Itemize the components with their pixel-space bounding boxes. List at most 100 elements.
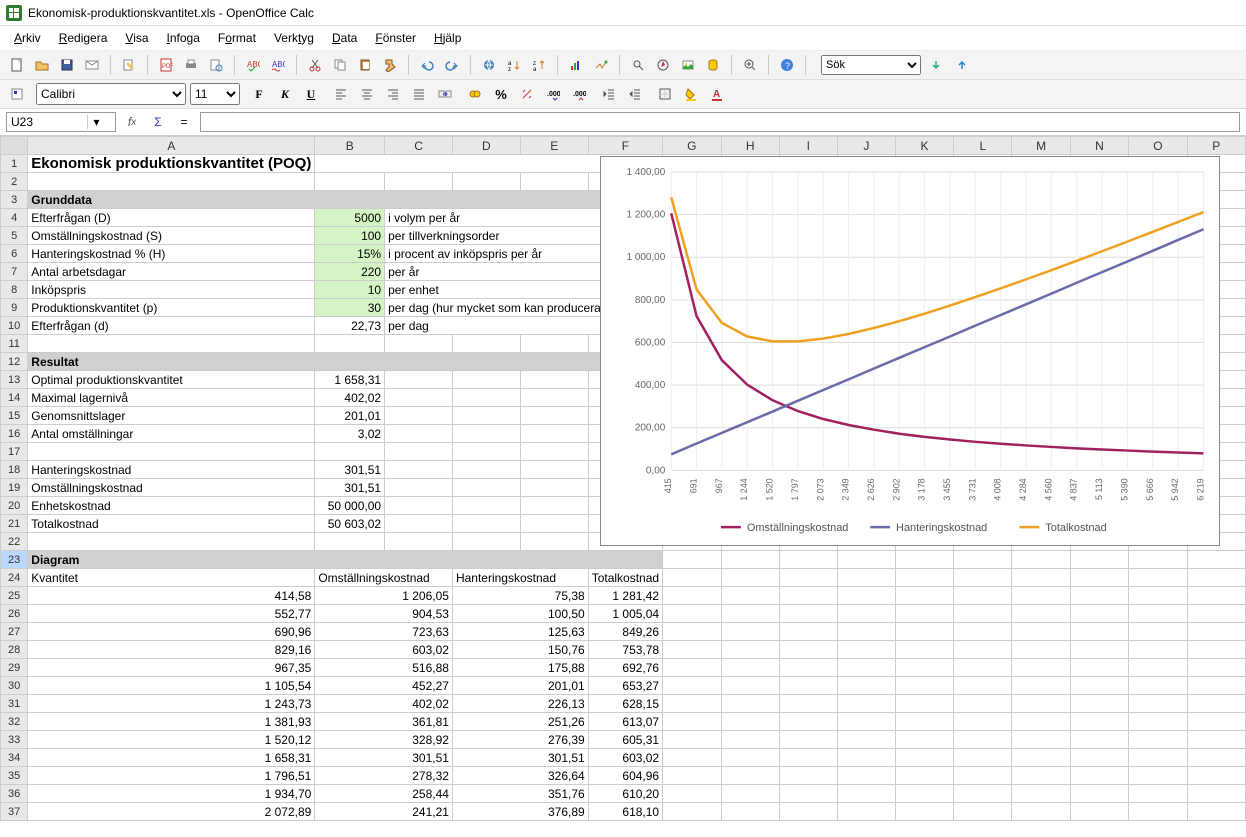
- cell[interactable]: Antal omställningar: [28, 425, 315, 443]
- cell[interactable]: Inköpspris: [28, 281, 315, 299]
- cell[interactable]: 5000: [315, 209, 385, 227]
- cell[interactable]: [837, 659, 895, 677]
- col-header[interactable]: O: [1129, 137, 1187, 155]
- cell[interactable]: [721, 641, 779, 659]
- cell[interactable]: [1070, 659, 1128, 677]
- add-decimal-icon[interactable]: .000: [542, 83, 564, 105]
- col-header[interactable]: J: [837, 137, 895, 155]
- show-draw-icon[interactable]: [590, 54, 612, 76]
- cell[interactable]: [315, 443, 385, 461]
- cell[interactable]: [895, 569, 953, 587]
- cell[interactable]: [385, 173, 453, 191]
- cell[interactable]: [1070, 623, 1128, 641]
- cell[interactable]: [1012, 731, 1070, 749]
- cell[interactable]: [315, 533, 385, 551]
- cell[interactable]: 301,51: [452, 749, 588, 767]
- cell[interactable]: [1070, 749, 1128, 767]
- cell[interactable]: [721, 623, 779, 641]
- col-header[interactable]: G: [663, 137, 721, 155]
- cell[interactable]: [837, 713, 895, 731]
- cell[interactable]: [779, 551, 837, 569]
- cell[interactable]: [1129, 659, 1187, 677]
- cell[interactable]: [663, 731, 721, 749]
- row-header[interactable]: 19: [1, 479, 28, 497]
- row-header[interactable]: 10: [1, 317, 28, 335]
- cell[interactable]: 967,35: [28, 659, 315, 677]
- cell[interactable]: [895, 677, 953, 695]
- cell[interactable]: [1187, 605, 1245, 623]
- paste-icon[interactable]: [354, 54, 376, 76]
- formula-input[interactable]: [200, 112, 1240, 132]
- cell[interactable]: [895, 659, 953, 677]
- cell[interactable]: 653,27: [588, 677, 662, 695]
- cell[interactable]: [452, 335, 520, 353]
- name-box-dropdown-icon[interactable]: ▾: [87, 115, 105, 129]
- cell[interactable]: [954, 785, 1012, 803]
- cell[interactable]: [954, 749, 1012, 767]
- cell[interactable]: [895, 695, 953, 713]
- cell[interactable]: [1129, 749, 1187, 767]
- cell[interactable]: [721, 677, 779, 695]
- cell[interactable]: [520, 533, 588, 551]
- col-header[interactable]: F: [588, 137, 662, 155]
- cell[interactable]: [779, 659, 837, 677]
- cell[interactable]: 10: [315, 281, 385, 299]
- percent-icon[interactable]: %: [490, 83, 512, 105]
- cell[interactable]: 100: [315, 227, 385, 245]
- cell[interactable]: [895, 713, 953, 731]
- cell[interactable]: Efterfrågan (D): [28, 209, 315, 227]
- cell[interactable]: [954, 551, 1012, 569]
- cell[interactable]: Grunddata: [28, 191, 663, 209]
- cell[interactable]: [1129, 605, 1187, 623]
- cell[interactable]: 361,81: [315, 713, 453, 731]
- cell[interactable]: Omställningskostnad (S): [28, 227, 315, 245]
- cell[interactable]: [721, 551, 779, 569]
- cell[interactable]: Hanteringskostnad: [452, 569, 588, 587]
- cell[interactable]: [385, 533, 453, 551]
- cell[interactable]: [1187, 659, 1245, 677]
- cell[interactable]: [1187, 677, 1245, 695]
- cell[interactable]: 849,26: [588, 623, 662, 641]
- cell[interactable]: [779, 785, 837, 803]
- cell[interactable]: 414,58: [28, 587, 315, 605]
- cell[interactable]: 452,27: [315, 677, 453, 695]
- cell[interactable]: [837, 551, 895, 569]
- edit-doc-icon[interactable]: [118, 54, 140, 76]
- cell[interactable]: [1129, 569, 1187, 587]
- merge-cells-icon[interactable]: [434, 83, 456, 105]
- align-justify-icon[interactable]: [408, 83, 430, 105]
- cell[interactable]: [721, 695, 779, 713]
- menu-fonster[interactable]: Fönster: [367, 28, 424, 48]
- cell[interactable]: [1012, 785, 1070, 803]
- font-size-select[interactable]: 11: [190, 83, 240, 105]
- cell[interactable]: [1187, 623, 1245, 641]
- row-header[interactable]: 22: [1, 533, 28, 551]
- cell[interactable]: 201,01: [315, 407, 385, 425]
- col-header[interactable]: A: [28, 137, 315, 155]
- cell[interactable]: [954, 695, 1012, 713]
- cell[interactable]: 22,73: [315, 317, 385, 335]
- cell[interactable]: [452, 173, 520, 191]
- cell[interactable]: [895, 749, 953, 767]
- col-header[interactable]: D: [452, 137, 520, 155]
- cell[interactable]: [1187, 713, 1245, 731]
- cell[interactable]: [837, 677, 895, 695]
- cell[interactable]: Ekonomisk produktionskvantitet (POQ): [28, 155, 315, 173]
- row-header[interactable]: 14: [1, 389, 28, 407]
- cell[interactable]: [663, 569, 721, 587]
- cell[interactable]: [385, 371, 453, 389]
- cell[interactable]: Antal arbetsdagar: [28, 263, 315, 281]
- row-header[interactable]: 33: [1, 731, 28, 749]
- undo-icon[interactable]: [416, 54, 438, 76]
- cell[interactable]: 1 206,05: [315, 587, 453, 605]
- cell[interactable]: 326,64: [452, 767, 588, 785]
- cell[interactable]: [385, 443, 453, 461]
- cell[interactable]: [1012, 677, 1070, 695]
- row-header[interactable]: 23: [1, 551, 28, 569]
- row-header[interactable]: 26: [1, 605, 28, 623]
- cell[interactable]: [1070, 605, 1128, 623]
- redo-icon[interactable]: [441, 54, 463, 76]
- cell[interactable]: [315, 173, 385, 191]
- cell[interactable]: [954, 713, 1012, 731]
- row-header[interactable]: 5: [1, 227, 28, 245]
